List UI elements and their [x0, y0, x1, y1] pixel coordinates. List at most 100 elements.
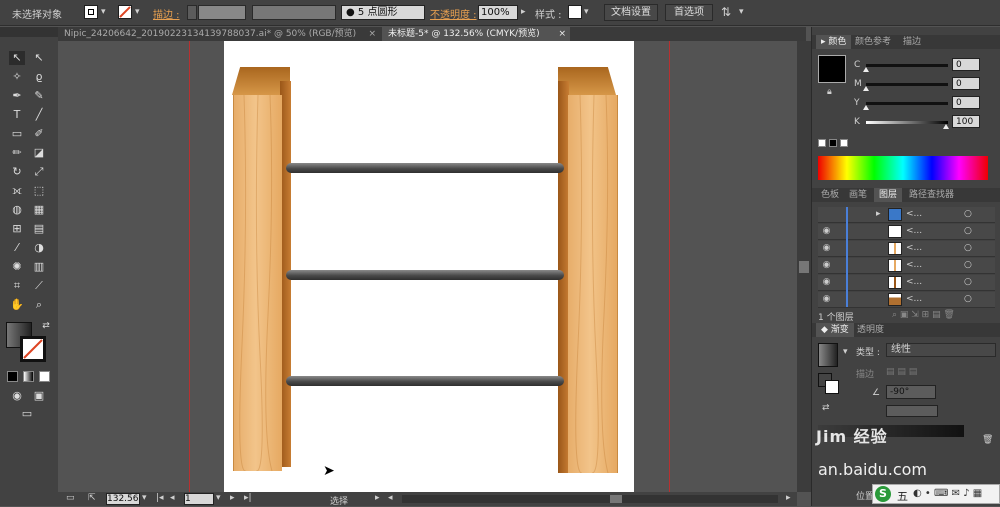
last-artboard-icon[interactable]: ▸| [244, 493, 252, 503]
sogou-logo-icon[interactable]: S [875, 486, 891, 502]
stroke-gradient-options-icon[interactable]: ▤ ▤ ▤ [886, 367, 917, 377]
rotate-tool-icon[interactable]: ↻ [9, 165, 25, 179]
hand-tool-icon[interactable]: ✋ [9, 298, 25, 312]
mesh-tool-icon[interactable]: ⊞ [9, 222, 25, 236]
delete-stop-icon[interactable]: 🗑︎ [982, 435, 993, 445]
color-mode-icon[interactable] [7, 371, 18, 382]
guide-line[interactable] [669, 41, 670, 492]
tab-untitled-5[interactable]: 未标题-5* @ 132.56% (CMYK/预览) × [382, 27, 570, 41]
close-icon[interactable]: × [368, 27, 376, 41]
variable-width-select[interactable] [252, 5, 336, 20]
curvature-tool-icon[interactable]: ✎ [31, 89, 47, 103]
tab-gradient[interactable]: ◆ 渐变 [816, 323, 854, 337]
scroll-left-icon[interactable]: ◂ [388, 493, 393, 503]
selection-tool-icon[interactable]: ↖ [9, 51, 25, 65]
aspect-ratio-input[interactable] [886, 405, 938, 417]
tab-swatches[interactable]: 色板 [816, 188, 844, 202]
column-graph-tool-icon[interactable]: ▥ [31, 260, 47, 274]
change-screen-mode-icon[interactable]: ▭ [19, 407, 35, 421]
vertical-scrollbar[interactable] [797, 41, 811, 492]
gradient-preview[interactable] [818, 343, 838, 367]
tab-transparency[interactable]: 透明度 [852, 323, 889, 337]
paintbrush-tool-icon[interactable]: ✐ [31, 127, 47, 141]
horizontal-scroll-thumb[interactable] [610, 495, 622, 503]
fill-swatch[interactable] [84, 5, 98, 19]
arrange-chevron-down-icon[interactable]: ▾ [739, 7, 744, 17]
opacity-chevron-right-icon[interactable]: ▸ [521, 7, 526, 17]
status-chevron-right-icon[interactable]: ▸ [375, 493, 380, 503]
layer-row[interactable]: ◉ <... ○ [818, 292, 995, 308]
pencil-tool-icon[interactable]: ✏ [9, 146, 25, 160]
document-setup-button[interactable]: 文档设置 [604, 4, 658, 21]
direct-selection-tool-icon[interactable]: ↖ [31, 51, 47, 65]
target-circle-icon[interactable]: ○ [964, 260, 972, 270]
style-swatch[interactable] [568, 5, 582, 19]
pen-tool-icon[interactable]: ✒ [9, 89, 25, 103]
tab-stroke[interactable]: 描边 [898, 35, 926, 49]
layer-row[interactable]: ◉ <... ○ [818, 258, 995, 274]
line-tool-icon[interactable]: ╱ [31, 108, 47, 122]
artboard-chevron-down-icon[interactable]: ▾ [216, 493, 221, 503]
target-circle-icon[interactable]: ○ [964, 294, 972, 304]
visibility-eye-icon[interactable]: ◉ [820, 259, 833, 272]
stroke-weight-input[interactable] [198, 5, 246, 20]
slider-k[interactable] [866, 121, 949, 129]
tab-layers[interactable]: 图层 [874, 188, 903, 202]
arrange-icon[interactable]: ⇅ [721, 5, 731, 19]
black-swatch[interactable] [829, 139, 837, 147]
zoom-tool-icon[interactable]: ⌕ [31, 298, 47, 312]
visibility-eye-icon[interactable]: ◉ [820, 242, 833, 255]
layer-name[interactable]: <... [906, 226, 922, 236]
layer-name[interactable]: <... [906, 294, 922, 304]
layer-name[interactable]: <... [906, 277, 922, 287]
rectangle-tool-icon[interactable]: ▭ [9, 127, 25, 141]
layer-row[interactable]: ◉ <... ○ [818, 241, 995, 257]
next-artboard-icon[interactable]: ▸ [230, 493, 235, 503]
none-mode-icon[interactable] [39, 371, 50, 382]
slider-m[interactable] [863, 83, 948, 91]
scroll-right-icon[interactable]: ▸ [786, 493, 791, 503]
target-circle-icon[interactable]: ○ [964, 243, 972, 253]
shape-builder-tool-icon[interactable]: ◍ [9, 203, 25, 217]
artboard-tool-icon[interactable]: ⌗ [9, 279, 25, 293]
magic-wand-tool-icon[interactable]: ✧ [9, 70, 25, 84]
tab-color[interactable]: ▸ 颜色 [816, 35, 852, 49]
slider-thumb[interactable] [863, 105, 869, 110]
slider-thumb[interactable] [943, 124, 949, 129]
white-swatch[interactable] [840, 139, 848, 147]
eyedropper-tool-icon[interactable]: ⁄ [9, 241, 25, 255]
scale-tool-icon[interactable]: ⤢ [31, 165, 47, 179]
layer-row[interactable]: ▸ <... ○ [818, 207, 995, 223]
artboard-number-input[interactable]: 1 [184, 493, 214, 505]
tab-nipic-document[interactable]: Nipic_24206642_20190223134139788037.ai* … [58, 27, 380, 41]
slice-tool-icon[interactable]: ⟋ [31, 279, 47, 293]
visibility-eye-icon[interactable]: ◉ [820, 276, 833, 289]
visibility-eye-icon[interactable]: ◉ [820, 293, 833, 306]
target-circle-icon[interactable]: ○ [964, 226, 972, 236]
vertical-scroll-thumb[interactable] [799, 261, 809, 273]
angle-input[interactable]: -90° [886, 385, 936, 399]
gradient-tool-icon[interactable]: ▤ [31, 222, 47, 236]
guide-line[interactable] [189, 41, 190, 492]
zoom-chevron-down-icon[interactable]: ▾ [142, 493, 147, 503]
value-k[interactable]: 100 [952, 115, 980, 128]
layer-row[interactable]: ◉ <... ○ [818, 275, 995, 291]
target-circle-icon[interactable]: ○ [964, 277, 972, 287]
ime-mode-label[interactable]: 五 [897, 488, 908, 504]
close-icon[interactable]: × [558, 27, 566, 41]
stroke-swatch[interactable] [118, 5, 132, 19]
layer-row[interactable]: ◉ <... ○ [818, 224, 995, 240]
slider-y[interactable] [863, 102, 948, 110]
layer-name[interactable]: <... [906, 243, 922, 253]
stroke-color-swatch[interactable] [20, 336, 46, 362]
value-m[interactable]: 0 [952, 77, 980, 90]
expand-triangle-icon[interactable]: ▸ [876, 209, 881, 219]
fill-chevron-down-icon[interactable]: ▾ [101, 7, 106, 17]
gradient-chevron-down-icon[interactable]: ▾ [843, 347, 848, 357]
stroke-label[interactable]: 描边 : [153, 6, 180, 21]
artboard-icon[interactable]: ▭ [66, 493, 75, 503]
lasso-tool-icon[interactable]: ϱ [31, 70, 47, 84]
swap-colors-icon[interactable]: ⇄ [38, 319, 54, 333]
blend-tool-icon[interactable]: ◑ [31, 241, 47, 255]
screen-mode-icon[interactable]: ▣ [31, 389, 47, 403]
